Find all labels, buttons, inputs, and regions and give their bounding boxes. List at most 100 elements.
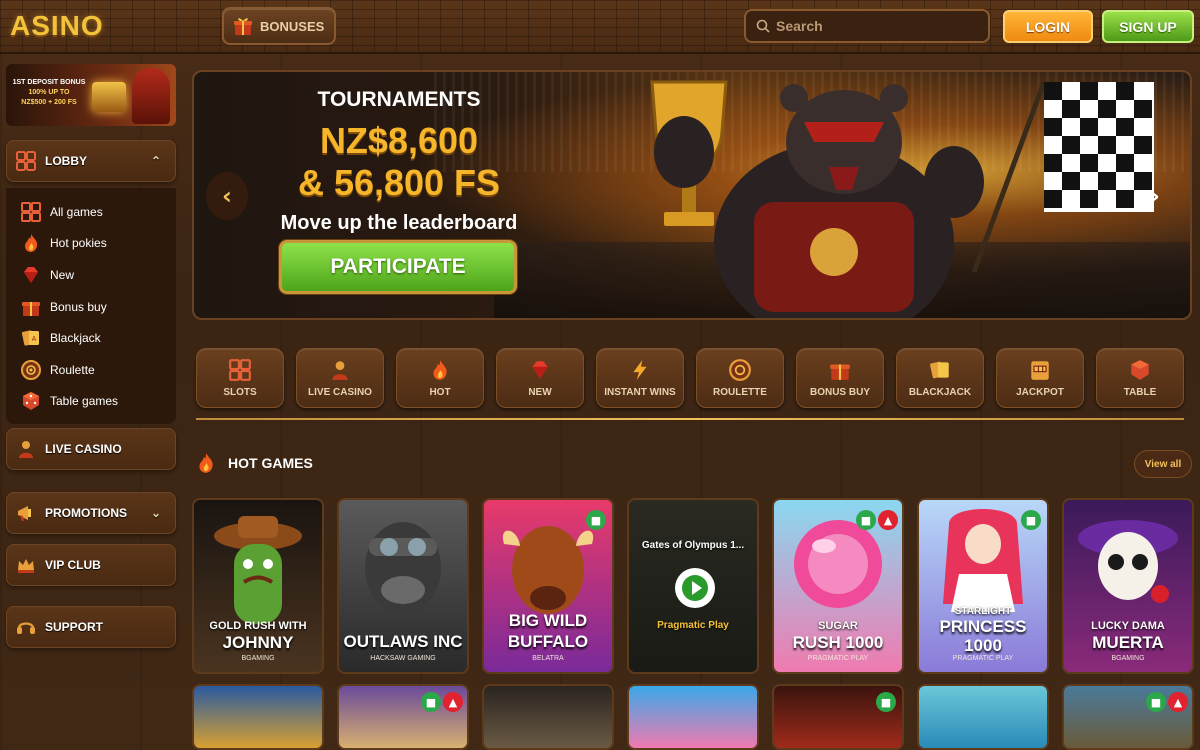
logo[interactable]: ASINO	[10, 10, 104, 42]
bonus-gift-badge: ■	[1146, 692, 1166, 712]
bonus-gift-badge: ■	[876, 692, 896, 712]
game-card-row2-3[interactable]	[482, 684, 614, 750]
login-button[interactable]: LOGIN	[1003, 10, 1093, 43]
play-button[interactable]	[675, 568, 715, 608]
vip-club-label: VIP CLUB	[45, 558, 101, 572]
category-label: JACKPOT	[1016, 387, 1064, 398]
game-card-big-wild-buffalo[interactable]: ■ BIG WILD BUFFALO BELATRA	[482, 498, 614, 674]
category-roulette[interactable]: ROULETTE	[696, 348, 784, 408]
game-card-row2-6[interactable]	[917, 684, 1049, 750]
game-title-line1: STARLIGHT	[954, 606, 1012, 617]
hot-games-title: HOT GAMES	[228, 455, 313, 471]
game-title-line1: LUCKY DAMA	[1091, 620, 1165, 632]
lobby-list: All games Hot pokies New Bonus buy A Bla…	[6, 188, 176, 424]
game-title-line2: RUSH 1000	[792, 633, 884, 652]
game-card-sugar-rush-1000[interactable]: ■ ▲ SUGAR RUSH 1000 PRAGMATIC PLAY	[772, 498, 904, 674]
bonus-gift-badge: ■	[856, 510, 876, 530]
sidebar-item-promotions[interactable]: PROMOTIONS ⌄	[6, 492, 176, 534]
sidebar-item-bonus-buy[interactable]: Bonus buy	[6, 291, 176, 323]
category-instant-wins[interactable]: INSTANT WINS	[596, 348, 684, 408]
participate-button[interactable]: PARTICIPATE	[279, 240, 517, 294]
megaphone-icon	[18, 506, 31, 521]
slots-grid-icon	[229, 359, 251, 381]
signup-button[interactable]: SIGN UP	[1102, 10, 1194, 43]
game-card-row2-5[interactable]: ■	[772, 684, 904, 750]
search-input[interactable]	[776, 18, 966, 34]
sidebar-item-blackjack[interactable]: A Blackjack	[6, 322, 176, 354]
first-deposit-promo-card[interactable]: 1ST DEPOSIT BONUS 100% UP TO NZ$500 + 20…	[6, 64, 176, 126]
chevron-left-icon: ‹	[222, 182, 232, 210]
game-card-lucky-dama-muerta[interactable]: LUCKY DAMA MUERTA BGAMING	[1062, 498, 1194, 674]
fire-icon	[199, 453, 213, 473]
game-provider: BGAMING	[241, 655, 275, 662]
bonus-gift-badge: ■	[1021, 510, 1041, 530]
diamond-icon	[24, 266, 38, 283]
category-hot[interactable]: HOT	[396, 348, 484, 408]
hot-fire-badge: ▲	[443, 692, 463, 712]
category-blackjack[interactable]: BLACKJACK	[896, 348, 984, 408]
category-live-casino[interactable]: LIVE CASINO	[296, 348, 384, 408]
game-title-line2: PRINCESS 1000	[939, 617, 1027, 655]
gift-icon	[830, 364, 850, 380]
category-bonus-buy[interactable]: BONUS BUY	[796, 348, 884, 408]
cards-icon: A	[21, 330, 39, 346]
game-title-line2: JOHNNY	[222, 633, 294, 652]
sidebar-item-hot-pokies[interactable]: Hot pokies	[6, 228, 176, 260]
game-provider: HACKSAW GAMING	[370, 655, 436, 662]
hot-fire-badge: ▲	[1168, 692, 1188, 712]
sidebar-item-roulette[interactable]: Roulette	[6, 354, 176, 386]
gift-icon	[22, 301, 40, 316]
play-icon	[691, 581, 702, 595]
tournament-banner[interactable]: TOURNAMENTS NZ$8,600 & 56,800 FS Move up…	[192, 70, 1192, 320]
gorilla-biker-art	[365, 522, 441, 614]
category-label: TABLE	[1123, 387, 1157, 398]
category-label: BONUS BUY	[809, 387, 870, 398]
sidebar-item-all-games[interactable]: All games	[6, 196, 176, 228]
search-box[interactable]	[744, 9, 990, 43]
game-card-outlaws-inc[interactable]: OUTLAWS INC HACKSAW GAMING	[337, 498, 469, 674]
prize-line1: NZ$8,600	[319, 120, 479, 161]
sidebar-item-support[interactable]: SUPPORT	[6, 606, 176, 648]
sidebar-item-label: Blackjack	[50, 331, 101, 346]
category-label: ROULETTE	[713, 387, 767, 398]
bonuses-button[interactable]: BONUSES	[222, 7, 336, 45]
category-jackpot[interactable]: JACKPOT	[996, 348, 1084, 408]
crown-icon	[18, 559, 34, 573]
dealer-icon	[19, 441, 33, 458]
headset-icon	[17, 622, 35, 634]
category-new[interactable]: NEW	[496, 348, 584, 408]
sidebar: 1ST DEPOSIT BONUS 100% UP TO NZ$500 + 20…	[0, 56, 184, 750]
chevron-down-icon: ⌄	[150, 506, 161, 520]
category-label: HOT	[429, 387, 451, 398]
view-all-button[interactable]: View all	[1134, 450, 1192, 478]
sidebar-item-vip-club[interactable]: VIP CLUB	[6, 544, 176, 586]
top-header: ASINO BONUSES LOGIN SIGN UP	[0, 0, 1200, 54]
lobby-toggle[interactable]: LOBBY ⌃	[6, 140, 176, 182]
game-card-row2-7[interactable]: ■ ▲	[1062, 684, 1194, 750]
game-card-starlight-princess[interactable]: ■ STARLIGHT PRINCESS 1000 PRAGMATIC PLAY	[917, 498, 1049, 674]
game-card-gates-of-olympus[interactable]: Gates of Olympus 1... Pragmatic Play	[627, 498, 759, 674]
sidebar-item-table-games[interactable]: Table games	[6, 386, 176, 418]
game-provider: BGAMING	[1111, 655, 1145, 662]
game-card-row2-2[interactable]: ■ ▲	[337, 684, 469, 750]
sugar-skull-art	[1078, 520, 1178, 603]
sidebar-item-new[interactable]: New	[6, 259, 176, 291]
category-table[interactable]: TABLE	[1096, 348, 1184, 408]
category-bar: SLOTS LIVE CASINO HOT NEW INSTANT WINS R…	[196, 348, 1196, 410]
sidebar-item-label: Bonus buy	[50, 299, 107, 314]
diamond-icon	[532, 361, 548, 379]
game-card-row2-4[interactable]	[627, 684, 759, 750]
category-label: LIVE CASINO	[308, 387, 372, 398]
game-title: BIG WILD BUFFALO	[507, 611, 589, 651]
category-slots[interactable]: SLOTS	[196, 348, 284, 408]
hot-games-heading: HOT GAMES	[194, 450, 313, 476]
banner-prev-arrow[interactable]: ‹	[206, 172, 248, 220]
cards-icon	[930, 361, 949, 379]
sidebar-item-live-casino[interactable]: LIVE CASINO	[6, 428, 176, 470]
category-label: BLACKJACK	[908, 387, 972, 398]
game-title-line1: GOLD RUSH WITH	[209, 620, 307, 632]
game-card-row2-1[interactable]	[192, 684, 324, 750]
banner-next-arrow[interactable]: ›	[1134, 172, 1176, 220]
game-card-gold-rush[interactable]: GOLD RUSH WITH JOHNNY BGAMING	[192, 498, 324, 674]
bonus-gift-badge: ■	[421, 692, 441, 712]
